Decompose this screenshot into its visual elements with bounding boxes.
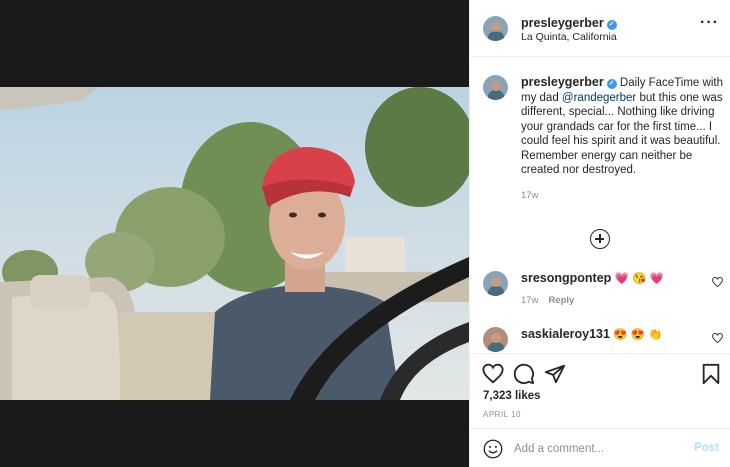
comment-like-heart-icon[interactable]: [712, 277, 723, 287]
comment-item: sresongpontep 💗 😘 💗 17w Reply: [483, 271, 723, 306]
post-photo[interactable]: [0, 87, 469, 400]
comment-username[interactable]: saskialeroy131: [521, 327, 610, 341]
verified-badge-icon: ✓: [606, 20, 617, 30]
more-options-icon[interactable]: ···: [700, 15, 719, 31]
caption-text: presleygerber ✓ Daily FaceTime with my da…: [521, 75, 723, 178]
emoji-icon[interactable]: [483, 439, 503, 459]
verified-badge-icon: ✓: [606, 79, 617, 89]
post-date[interactable]: APRIL 10: [483, 410, 521, 419]
comment-avatar[interactable]: [483, 271, 508, 296]
comment-body: 😍 😍 👏: [613, 329, 663, 341]
comment-icon[interactable]: [513, 363, 535, 385]
share-icon[interactable]: [544, 363, 566, 385]
add-comment-bar: Post: [470, 428, 730, 467]
author-username[interactable]: presleygerber ✓: [521, 16, 617, 30]
comment-meta: 17w Reply: [521, 295, 723, 306]
comment-item: saskialeroy131 😍 😍 👏: [483, 327, 723, 352]
comment-username[interactable]: sresongpontep: [521, 271, 611, 285]
post-header: presleygerber ✓ La Quinta, California ···: [470, 0, 730, 57]
author-avatar[interactable]: [483, 16, 508, 41]
comment-timestamp[interactable]: 17w: [521, 295, 538, 306]
bookmark-icon[interactable]: [700, 363, 722, 385]
caption-username[interactable]: presleygerber: [521, 75, 604, 89]
post-sidebar: presleygerber ✓ La Quinta, California ···…: [469, 0, 730, 467]
caption-timestamp[interactable]: 17w: [521, 190, 723, 201]
comment-avatar[interactable]: [483, 327, 508, 352]
reply-button[interactable]: Reply: [548, 295, 574, 306]
likes-count[interactable]: 7,323 likes: [483, 390, 541, 402]
post-actions: 7,323 likes APRIL 10: [470, 353, 730, 428]
comment-text: sresongpontep 💗 😘 💗: [521, 271, 723, 286]
caption-text-after: but this one was different, special... N…: [521, 91, 723, 177]
post-comment-button[interactable]: Post: [694, 442, 719, 454]
post-media: [0, 0, 469, 467]
post-location[interactable]: La Quinta, California: [521, 31, 617, 43]
comment-input[interactable]: [514, 438, 684, 460]
caption-mention-link[interactable]: @randegerber: [562, 92, 636, 104]
comment-like-heart-icon[interactable]: [712, 333, 723, 343]
author-username-text[interactable]: presleygerber: [521, 16, 604, 30]
photo-illustration: [0, 87, 469, 400]
plus-circle-icon[interactable]: [590, 229, 610, 249]
post-caption: presleygerber ✓ Daily FaceTime with my da…: [483, 75, 723, 201]
comment-text: saskialeroy131 😍 😍 👏: [521, 327, 723, 342]
comment-body: 💗 😘 💗: [614, 273, 664, 285]
heart-icon[interactable]: [482, 363, 504, 385]
caption-avatar[interactable]: [483, 75, 508, 100]
